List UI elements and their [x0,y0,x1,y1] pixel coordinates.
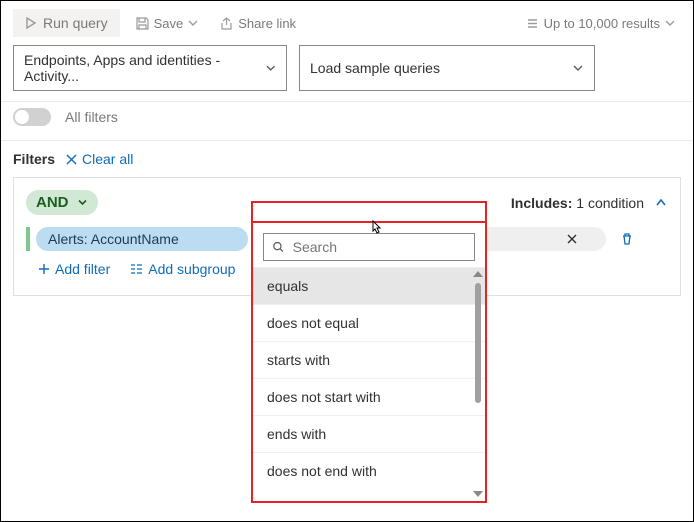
group-operator-label: AND [36,194,69,211]
clear-all-button[interactable]: Clear all [65,151,133,167]
operator-dropdown: equals does not equal starts with does n… [251,221,487,503]
operator-option[interactable]: does not equal [253,304,485,341]
subgroup-icon [130,263,143,275]
app-frame: Run query Save Share link Up to 10,000 r… [0,0,694,522]
plus-icon [38,263,50,275]
add-filter-label: Add filter [55,261,110,277]
includes-summary: Includes: 1 condition [511,195,668,211]
load-sample-label: Load sample queries [310,60,440,76]
results-label: Up to 10,000 results [544,16,660,31]
dropdown-scrollbar[interactable] [473,271,483,497]
run-query-button[interactable]: Run query [13,9,120,37]
scroll-thumb[interactable] [475,283,481,403]
filters-header: Filters Clear all [1,141,693,177]
dropdown-search-input[interactable] [291,238,466,256]
add-subgroup-button[interactable]: Add subgroup [130,261,235,277]
load-sample-select[interactable]: Load sample queries [299,45,595,91]
all-filters-row: All filters [1,101,693,141]
scope-select[interactable]: Endpoints, Apps and identities - Activit… [13,45,287,91]
group-operator-pill[interactable]: AND [26,190,98,215]
operator-option[interactable]: does not start with [253,378,485,415]
condition-field-label: Alerts: AccountName [48,231,179,247]
play-icon [25,17,37,29]
operator-option[interactable]: ends with [253,415,485,452]
operator-option[interactable]: starts with [253,341,485,378]
share-icon [220,17,233,30]
scope-row: Endpoints, Apps and identities - Activit… [1,45,693,101]
dropdown-search[interactable] [263,233,475,261]
save-icon [136,17,149,30]
operator-option[interactable]: equals [253,267,485,304]
all-filters-toggle[interactable] [13,108,51,126]
trash-icon [620,232,634,246]
includes-count: 1 condition [576,195,644,211]
scroll-up-icon[interactable] [473,271,483,277]
chevron-down-icon [265,62,276,74]
run-query-label: Run query [43,15,108,31]
list-icon [526,17,539,30]
add-subgroup-label: Add subgroup [148,261,235,277]
chevron-down-icon [665,18,675,28]
search-icon [272,240,285,254]
chevron-down-icon [572,62,584,74]
share-label: Share link [238,16,296,31]
condition-field-pill[interactable]: Alerts: AccountName [36,227,248,251]
save-button[interactable]: Save [130,15,205,32]
delete-condition-button[interactable] [620,232,634,246]
filters-title: Filters [13,151,55,167]
clear-all-label: Clear all [82,151,133,167]
scope-label: Endpoints, Apps and identities - Activit… [24,52,265,84]
scroll-down-icon[interactable] [473,491,483,497]
operator-option-list: equals does not equal starts with does n… [253,267,485,501]
chevron-down-icon [77,197,88,208]
main-toolbar: Run query Save Share link Up to 10,000 r… [1,1,693,45]
save-label: Save [154,16,184,31]
chevron-up-icon[interactable] [654,196,668,210]
operator-option[interactable]: does not end with [253,452,485,489]
results-limit-button[interactable]: Up to 10,000 results [520,15,681,32]
close-icon [65,153,78,166]
chevron-down-icon [188,18,198,28]
all-filters-label: All filters [65,109,118,125]
clear-value-icon[interactable] [566,233,578,245]
add-filter-button[interactable]: Add filter [38,261,110,277]
share-link-button[interactable]: Share link [214,15,302,32]
includes-label: Includes: [511,195,572,211]
